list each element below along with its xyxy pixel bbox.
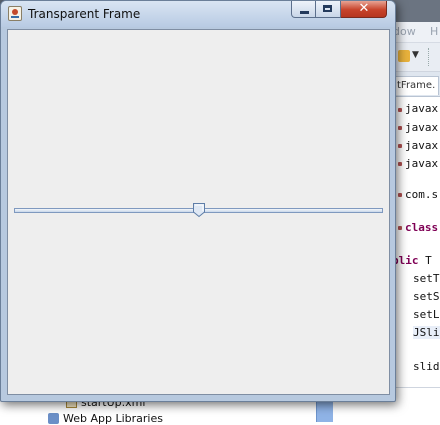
code-line: javax (405, 121, 439, 134)
code-line: slid (413, 360, 440, 373)
warning-marker-icon (398, 126, 402, 130)
window-titlebar[interactable]: Transparent Frame ✕ (1, 1, 395, 27)
minimize-button[interactable] (291, 1, 316, 18)
code-line: setT (413, 272, 440, 285)
chevron-down-icon[interactable]: ▼ (412, 50, 419, 60)
warning-marker-icon (398, 193, 402, 197)
opacity-slider[interactable] (14, 202, 383, 222)
library-icon (48, 413, 59, 424)
frame-content-pane (7, 29, 390, 395)
ide-menu-window[interactable]: dow (393, 25, 416, 38)
warning-marker-icon (398, 144, 402, 148)
code-line: class (405, 221, 439, 234)
ide-editor-tabs: tFrame. (390, 72, 440, 97)
java-app-icon[interactable] (8, 6, 22, 21)
ide-menubar: dow H (390, 22, 440, 43)
minimize-icon (300, 11, 309, 14)
window-title: Transparent Frame (28, 7, 141, 21)
code-line: blic T (392, 254, 432, 267)
warning-marker-icon (398, 226, 402, 230)
code-line: setL (413, 308, 440, 321)
code-line: com.s (405, 188, 439, 201)
editor-tab[interactable]: tFrame. (393, 76, 440, 95)
code-line: setS (413, 290, 440, 303)
transparent-frame-window: Transparent Frame ✕ (0, 0, 396, 402)
tree-item-web-app-libraries[interactable]: Web App Libraries (48, 412, 163, 425)
code-line: JSli (413, 326, 440, 339)
close-button[interactable]: ✕ (341, 1, 387, 18)
code-line: javax (405, 102, 439, 115)
warning-marker-icon (398, 108, 402, 112)
run-icon[interactable] (398, 50, 410, 62)
caption-buttons: ✕ (291, 1, 387, 19)
maximize-button[interactable] (316, 1, 341, 18)
toolbar-separator (428, 48, 431, 66)
ide-menu-help[interactable]: H (430, 25, 438, 38)
maximize-icon (323, 5, 332, 12)
code-line: javax (405, 157, 439, 170)
close-icon: ✕ (358, 1, 370, 16)
slider-thumb[interactable] (192, 202, 206, 218)
warning-marker-icon (398, 162, 402, 166)
code-line: javax (405, 139, 439, 152)
